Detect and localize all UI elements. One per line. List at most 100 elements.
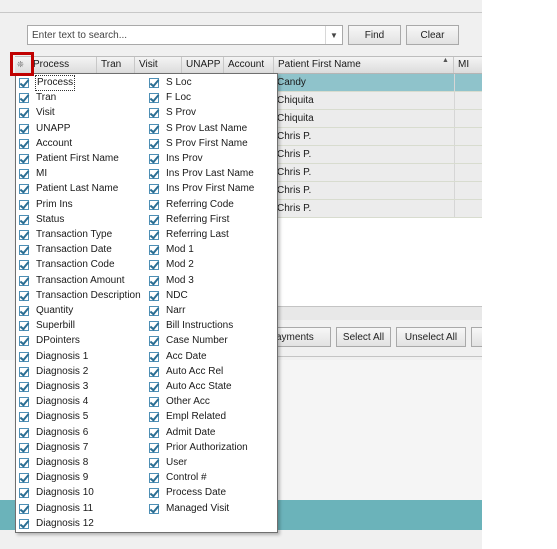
column-option-control[interactable]: Control # [149,471,207,485]
checkbox-checked-icon[interactable] [19,245,29,256]
checkbox-checked-icon[interactable] [149,214,159,225]
checkbox-checked-icon[interactable] [149,473,159,484]
checkbox-checked-icon[interactable] [19,503,29,514]
checkbox-checked-icon[interactable] [149,123,159,134]
checkbox-checked-icon[interactable] [149,306,159,316]
checkbox-checked-icon[interactable] [19,214,29,225]
column-option-transaction-date[interactable]: Transaction Date [19,243,112,257]
column-header-unapp[interactable]: UNAPP [182,57,224,73]
find-button[interactable]: Find [348,25,401,45]
checkbox-checked-icon[interactable] [149,230,159,240]
chevron-down-icon[interactable]: ▼ [325,26,342,44]
column-option-visit[interactable]: Visit [19,106,55,120]
column-option-admit-date[interactable]: Admit Date [149,426,215,440]
checkbox-checked-icon[interactable] [19,290,29,301]
checkbox-checked-icon[interactable] [19,366,29,377]
column-option-diagnosis-1[interactable]: Diagnosis 1 [19,350,88,364]
checkbox-checked-icon[interactable] [19,336,29,347]
column-option-mod-1[interactable]: Mod 1 [149,243,194,257]
checkbox-checked-icon[interactable] [19,382,29,392]
checkbox-checked-icon[interactable] [19,169,29,180]
column-option-diagnosis-9[interactable]: Diagnosis 9 [19,471,88,485]
checkbox-checked-icon[interactable] [149,275,159,286]
checkbox-checked-icon[interactable] [149,427,159,438]
column-header-account[interactable]: Account [224,57,274,73]
column-option-dpointers[interactable]: DPointers [19,334,80,348]
column-header-patient-first-name[interactable]: Patient First Name [274,57,454,73]
column-option-auto-acc-rel[interactable]: Auto Acc Rel [149,365,223,379]
column-option-diagnosis-10[interactable]: Diagnosis 10 [19,486,94,500]
checkbox-checked-icon[interactable] [149,78,159,88]
column-option-bill-instructions[interactable]: Bill Instructions [149,319,233,333]
checkbox-checked-icon[interactable] [19,306,29,316]
column-option-s-prov-first-name[interactable]: S Prov First Name [149,137,248,151]
column-header-visit[interactable]: Visit [135,57,182,73]
select-all-button[interactable]: Select All [336,327,391,347]
column-option-diagnosis-2[interactable]: Diagnosis 2 [19,365,88,379]
column-option-user[interactable]: User [149,456,187,470]
checkbox-checked-icon[interactable] [149,154,159,164]
column-option-ins-prov-first-name[interactable]: Ins Prov First Name [149,182,254,196]
column-option-empl-related[interactable]: Empl Related [149,410,226,424]
column-header-tran[interactable]: Tran [97,57,135,73]
checkbox-checked-icon[interactable] [149,260,159,271]
column-option-unapp[interactable]: UNAPP [19,122,70,136]
column-option-account[interactable]: Account [19,137,72,151]
clear-button[interactable]: Clear [406,25,459,45]
checkbox-checked-icon[interactable] [149,93,159,104]
checkbox-checked-icon[interactable] [19,138,29,149]
column-option-ins-prov-last-name[interactable]: Ins Prov Last Name [149,167,254,181]
checkbox-checked-icon[interactable] [149,336,159,347]
checkbox-checked-icon[interactable] [19,427,29,438]
checkbox-checked-icon[interactable] [149,138,159,149]
column-option-narr[interactable]: Narr [149,304,185,318]
column-option-s-loc[interactable]: S Loc [149,76,192,90]
column-option-transaction-description[interactable]: Transaction Description [19,289,141,303]
checkbox-checked-icon[interactable] [149,199,159,210]
column-option-case-number[interactable]: Case Number [149,334,228,348]
column-option-managed-visit[interactable]: Managed Visit [149,502,229,516]
more-button-partial[interactable] [471,327,482,347]
column-header-mi[interactable]: MI [454,57,482,73]
column-option-f-loc[interactable]: F Loc [149,91,191,105]
column-option-ins-prov[interactable]: Ins Prov [149,152,203,166]
column-option-process[interactable]: Process [19,75,76,91]
checkbox-checked-icon[interactable] [19,488,29,499]
checkbox-checked-icon[interactable] [149,184,159,195]
column-option-diagnosis-4[interactable]: Diagnosis 4 [19,395,88,409]
unselect-all-button[interactable]: Unselect All [396,327,466,347]
checkbox-checked-icon[interactable] [19,473,29,484]
checkbox-checked-icon[interactable] [19,154,29,164]
column-option-patient-last-name[interactable]: Patient Last Name [19,182,118,196]
checkbox-checked-icon[interactable] [149,442,159,453]
column-option-diagnosis-12[interactable]: Diagnosis 12 [19,517,94,531]
column-option-ndc[interactable]: NDC [149,289,188,303]
column-option-mod-3[interactable]: Mod 3 [149,274,194,288]
checkbox-checked-icon[interactable] [19,412,29,423]
column-option-diagnosis-6[interactable]: Diagnosis 6 [19,426,88,440]
column-option-referring-first[interactable]: Referring First [149,213,229,227]
column-option-tran[interactable]: Tran [19,91,56,105]
checkbox-checked-icon[interactable] [19,275,29,286]
column-option-process-date[interactable]: Process Date [149,486,226,500]
column-option-diagnosis-5[interactable]: Diagnosis 5 [19,410,88,424]
checkbox-checked-icon[interactable] [19,123,29,134]
checkbox-checked-icon[interactable] [149,382,159,392]
checkbox-checked-icon[interactable] [149,412,159,423]
checkbox-checked-icon[interactable] [19,108,29,119]
column-option-superbill[interactable]: Superbill [19,319,75,333]
column-option-s-prov-last-name[interactable]: S Prov Last Name [149,122,247,136]
column-option-transaction-amount[interactable]: Transaction Amount [19,274,125,288]
checkbox-checked-icon[interactable] [19,458,29,468]
column-option-patient-first-name[interactable]: Patient First Name [19,152,119,166]
checkbox-checked-icon[interactable] [149,458,159,468]
search-input[interactable] [28,26,326,44]
column-option-referring-code[interactable]: Referring Code [149,198,234,212]
checkbox-checked-icon[interactable] [19,351,29,362]
checkbox-checked-icon[interactable] [149,397,159,408]
column-option-prim-ins[interactable]: Prim Ins [19,198,73,212]
checkbox-checked-icon[interactable] [19,230,29,240]
column-option-prior-authorization[interactable]: Prior Authorization [149,441,248,455]
checkbox-checked-icon[interactable] [149,366,159,377]
column-option-diagnosis-7[interactable]: Diagnosis 7 [19,441,88,455]
